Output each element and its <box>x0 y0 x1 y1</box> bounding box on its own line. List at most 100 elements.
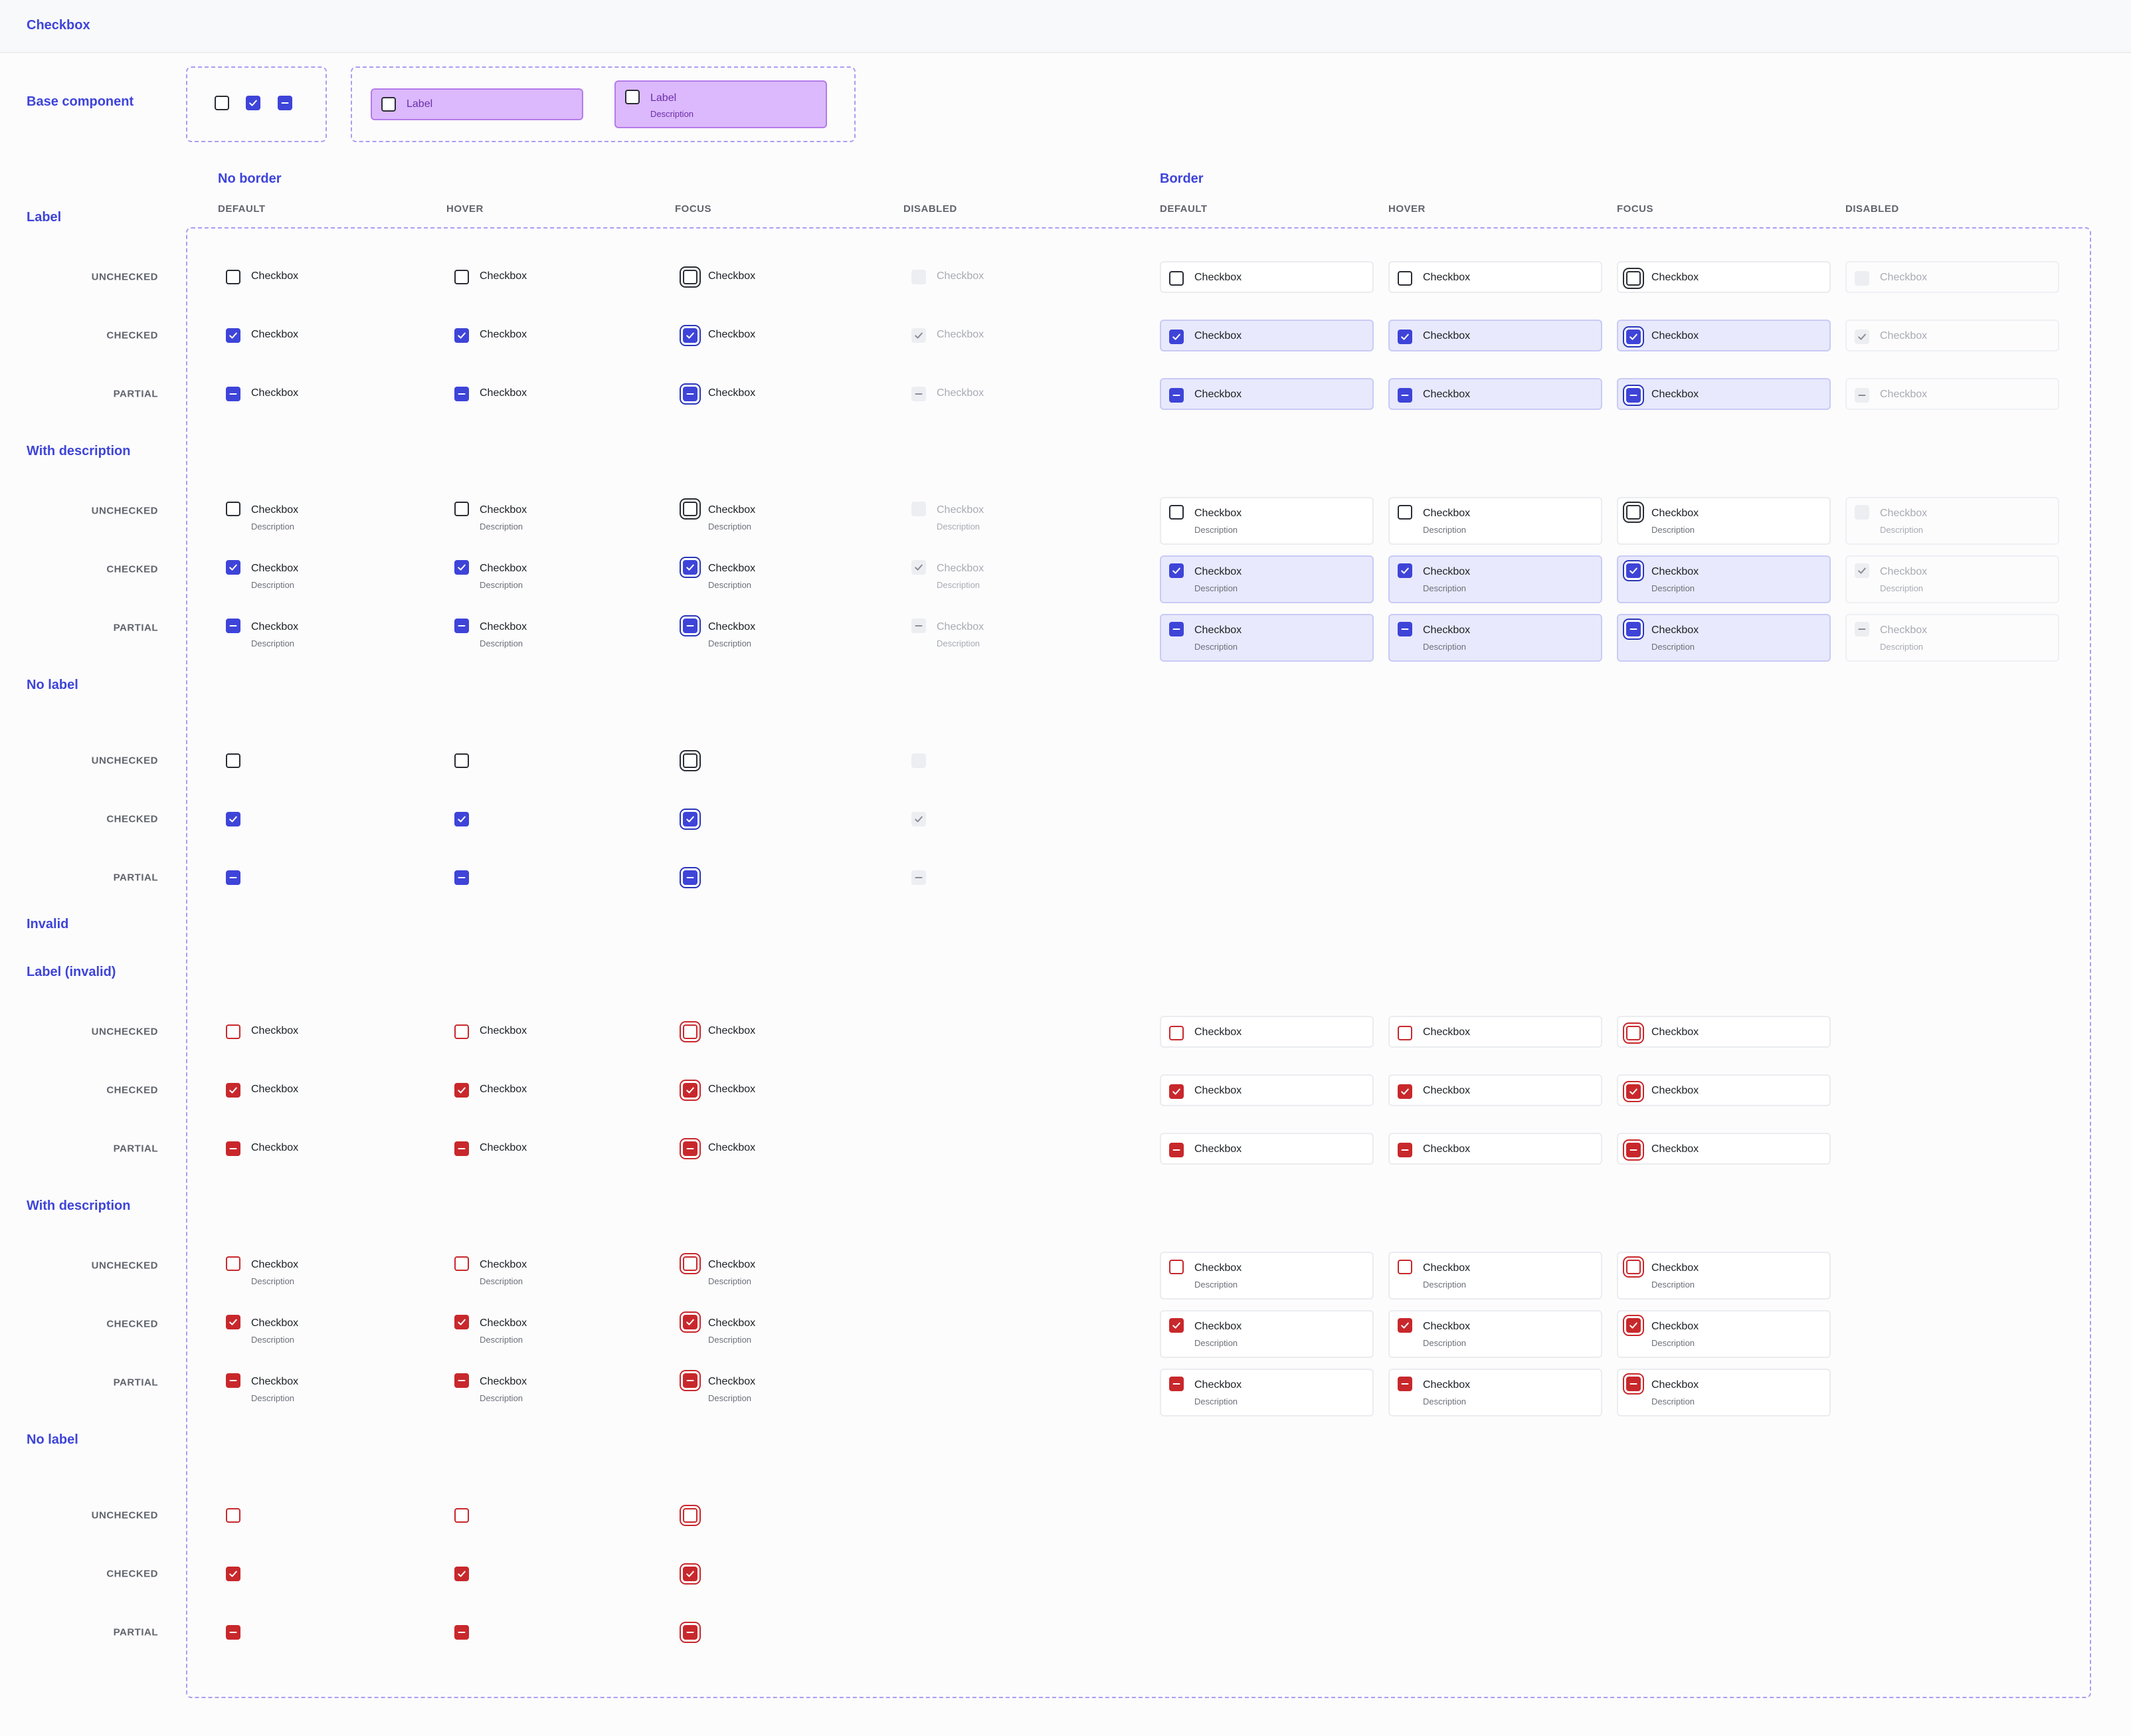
checkbox-card[interactable]: Checkbox Description <box>1617 614 1831 662</box>
checkbox-partial-focus-invalid[interactable] <box>683 1141 697 1156</box>
checkbox-partial-hover[interactable] <box>454 870 469 885</box>
checkbox-item[interactable]: Checkbox <box>454 268 527 290</box>
checkbox-checked-hover[interactable] <box>1398 563 1412 578</box>
checkbox-item[interactable]: Checkbox <box>454 1022 527 1045</box>
checkbox-partial-focus[interactable] <box>1626 387 1641 403</box>
checkbox-card[interactable]: Checkbox Description <box>1388 1369 1602 1416</box>
checkbox-checked-default-invalid[interactable] <box>1169 1318 1184 1333</box>
checkbox-item[interactable]: Checkbox <box>683 326 755 349</box>
checkbox-unchecked-default[interactable] <box>1169 505 1184 520</box>
checkbox-partial-hover[interactable] <box>454 619 469 633</box>
checkbox-checked-hover-invalid[interactable] <box>454 1083 469 1098</box>
checkbox-card[interactable]: Checkbox <box>1617 320 1831 351</box>
checkbox-item[interactable]: Checkbox Description <box>226 1373 298 1403</box>
checkbox-checked-hover-invalid[interactable] <box>1398 1318 1412 1333</box>
checkbox-checked-default[interactable] <box>226 328 240 343</box>
checkbox-card[interactable]: Checkbox <box>1388 1016 1602 1048</box>
checkbox-partial-default[interactable] <box>1169 622 1184 636</box>
checkbox-checked-hover[interactable] <box>454 328 469 343</box>
checkbox-item[interactable]: Checkbox <box>226 385 298 407</box>
checkbox-unchecked-focus[interactable] <box>1626 505 1641 520</box>
checkbox-card[interactable]: Checkbox <box>1617 1133 1831 1165</box>
checkbox-item[interactable]: Checkbox Description <box>454 502 527 531</box>
checkbox-unchecked-default[interactable] <box>226 270 240 284</box>
checkbox-checked-default-invalid[interactable] <box>226 1083 240 1098</box>
checkbox-checked-hover[interactable] <box>454 812 469 826</box>
checkbox-checked-hover-invalid[interactable] <box>1398 1084 1412 1099</box>
checkbox-unchecked-focus[interactable] <box>683 270 697 284</box>
checkbox-unchecked-focus-invalid[interactable] <box>683 1256 697 1271</box>
checkbox-unchecked-hover-invalid[interactable] <box>1398 1260 1412 1274</box>
checkbox-unchecked-hover[interactable] <box>454 753 469 768</box>
base-description-card[interactable]: Label Description <box>614 80 827 128</box>
checkbox-item[interactable]: Checkbox Description <box>454 1315 527 1345</box>
checkbox-unchecked-default[interactable] <box>1169 270 1184 286</box>
checkbox-card[interactable]: Checkbox <box>1160 261 1374 293</box>
checkbox-unchecked-hover-invalid[interactable] <box>454 1508 469 1523</box>
checkbox-item[interactable]: Checkbox Description <box>226 1256 298 1286</box>
checkbox-item[interactable]: Checkbox Description <box>683 1315 755 1345</box>
checkbox-item[interactable]: Checkbox Description <box>454 619 527 648</box>
checkbox-unchecked-focus[interactable] <box>683 502 697 516</box>
checkbox-card[interactable]: Checkbox Description <box>1617 1310 1831 1358</box>
checkbox-card[interactable]: Checkbox Description <box>1388 555 1602 603</box>
checkbox-card[interactable]: Checkbox Description <box>1388 1252 1602 1300</box>
checkbox-item[interactable]: Checkbox Description <box>454 1256 527 1286</box>
checkbox-card[interactable]: Checkbox <box>1388 1133 1602 1165</box>
checkbox-item[interactable]: Checkbox <box>226 268 298 290</box>
checkbox-checked-default[interactable] <box>226 812 240 826</box>
checkbox-unchecked-default-invalid[interactable] <box>226 1024 240 1039</box>
checkbox-card[interactable]: Checkbox Description <box>1617 1252 1831 1300</box>
checkbox-unchecked-hover-invalid[interactable] <box>454 1256 469 1271</box>
checkbox-partial-hover-invalid[interactable] <box>454 1625 469 1640</box>
checkbox-item[interactable]: Checkbox Description <box>226 619 298 648</box>
checkbox-item[interactable]: Checkbox Description <box>683 560 755 590</box>
checkbox-checked-focus[interactable] <box>683 328 697 343</box>
checkbox-unchecked-focus[interactable] <box>1626 270 1641 286</box>
checkbox-unchecked-hover[interactable] <box>1398 270 1412 286</box>
checkbox-card[interactable]: Checkbox Description <box>1617 497 1831 545</box>
checkbox-card[interactable]: Checkbox Description <box>1388 1310 1602 1358</box>
checkbox-card[interactable]: Checkbox <box>1617 1074 1831 1106</box>
checkbox-item[interactable]: Checkbox <box>683 385 755 407</box>
checkbox-partial-focus-invalid[interactable] <box>1626 1377 1641 1391</box>
checkbox-item[interactable]: Checkbox <box>226 326 298 349</box>
checkbox-item[interactable]: Checkbox <box>683 1022 755 1045</box>
checkbox-checked-focus-invalid[interactable] <box>683 1315 697 1329</box>
checkbox-partial-default-invalid[interactable] <box>1169 1142 1184 1157</box>
checkbox-card[interactable]: Checkbox Description <box>1160 1252 1374 1300</box>
checkbox-checked-default-invalid[interactable] <box>226 1315 240 1329</box>
checkbox-checked-focus-invalid[interactable] <box>1626 1084 1641 1099</box>
checkbox-card[interactable]: Checkbox Description <box>1388 614 1602 662</box>
checkbox-item[interactable]: Checkbox <box>226 1081 298 1104</box>
checkbox-card[interactable]: Checkbox <box>1160 378 1374 410</box>
checkbox-checked-hover[interactable] <box>1398 329 1412 344</box>
checkbox-unchecked-focus-invalid[interactable] <box>1626 1025 1641 1040</box>
checkbox-card[interactable]: Checkbox Description <box>1617 555 1831 603</box>
checkbox-item[interactable]: Checkbox <box>454 1081 527 1104</box>
checkbox-item[interactable]: Checkbox <box>683 1139 755 1162</box>
checkbox-partial-hover[interactable] <box>1398 387 1412 403</box>
checkbox-partial-default[interactable] <box>226 870 240 885</box>
checkbox-partial-default-invalid[interactable] <box>226 1625 240 1640</box>
checkbox-item[interactable]: Checkbox <box>454 326 527 349</box>
checkbox-partial-focus[interactable] <box>1626 622 1641 636</box>
checkbox-card[interactable]: Checkbox <box>1617 1016 1831 1048</box>
checkbox-partial-hover-invalid[interactable] <box>454 1373 469 1388</box>
checkbox-card[interactable]: Checkbox <box>1617 378 1831 410</box>
checkbox-partial-default[interactable] <box>226 619 240 633</box>
checkbox-item[interactable]: Checkbox <box>454 1139 527 1162</box>
checkbox-unchecked-default-invalid[interactable] <box>1169 1025 1184 1040</box>
checkbox-item[interactable]: Checkbox <box>226 1139 298 1162</box>
checkbox-unchecked-default-invalid[interactable] <box>1169 1260 1184 1274</box>
checkbox-card[interactable]: Checkbox <box>1160 1074 1374 1106</box>
checkbox-card[interactable]: Checkbox <box>1160 1016 1374 1048</box>
checkbox-item[interactable]: Checkbox Description <box>226 560 298 590</box>
checkbox-unchecked-focus[interactable] <box>683 753 697 768</box>
checkbox-item[interactable]: Checkbox Description <box>683 619 755 648</box>
checkbox-checked-focus-invalid[interactable] <box>683 1083 697 1098</box>
checkbox-card[interactable]: Checkbox Description <box>1160 497 1374 545</box>
checkbox-partial-default-invalid[interactable] <box>226 1141 240 1156</box>
checkbox-card[interactable]: Checkbox <box>1388 1074 1602 1106</box>
checkbox-checked-focus[interactable] <box>683 560 697 575</box>
